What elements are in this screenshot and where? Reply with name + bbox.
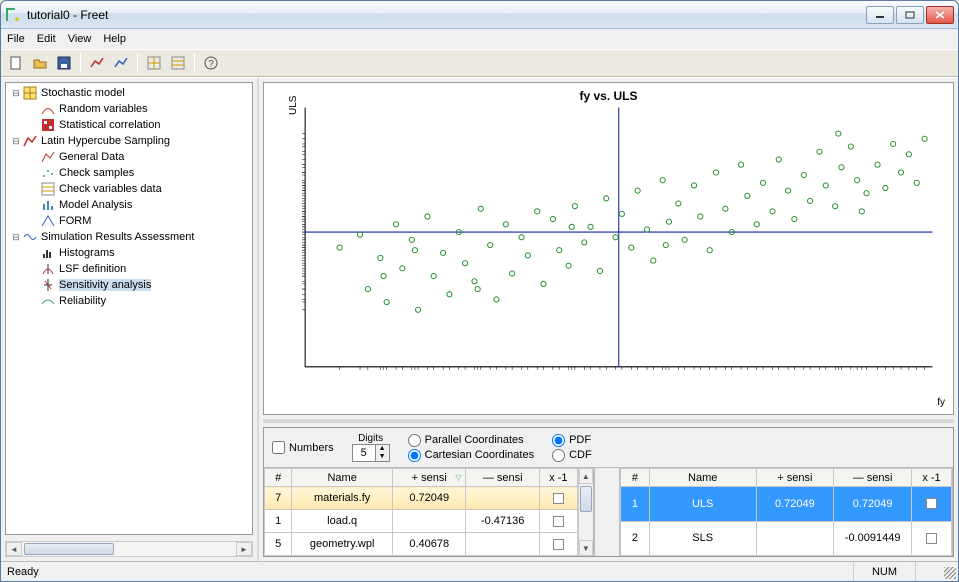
table-row[interactable]: 1load.q-0.47136 xyxy=(265,510,578,533)
tree-item[interactable]: Check variables data xyxy=(8,181,250,197)
tree-item[interactable]: ⊟Latin Hypercube Sampling xyxy=(8,133,250,149)
histo-icon xyxy=(40,246,56,260)
resize-grip[interactable] xyxy=(944,567,956,579)
tree-item[interactable]: Sensitivity analysis xyxy=(8,277,250,293)
tree-item[interactable]: Model Analysis xyxy=(8,197,250,213)
tree-item[interactable]: Reliability xyxy=(8,293,250,309)
menu-view[interactable]: View xyxy=(68,33,92,45)
digits-label: Digits xyxy=(358,433,383,444)
tree-item[interactable]: ⊟Simulation Results Assessment xyxy=(8,229,250,245)
tree-item[interactable]: Random variables xyxy=(8,101,250,117)
wave-icon xyxy=(22,230,38,244)
help-button[interactable]: ? xyxy=(200,52,222,74)
menu-file[interactable]: File xyxy=(7,33,25,45)
dots-icon xyxy=(40,166,56,180)
right-table-wrap: #Name+ sensi— sensix -11ULS0.720490.7204… xyxy=(620,468,953,556)
reliab-icon xyxy=(40,294,56,308)
scatter-plot xyxy=(264,83,953,392)
curve-icon xyxy=(40,102,56,116)
table-row[interactable]: 2SLS-0.0091449 xyxy=(621,521,952,556)
vertical-splitter[interactable] xyxy=(263,419,954,423)
tree-item[interactable]: Histograms xyxy=(8,245,250,261)
grid-b-button[interactable] xyxy=(167,52,189,74)
left-table-scrollbar[interactable]: ▲▼ xyxy=(578,468,593,556)
tree-item[interactable]: Statistical correlation xyxy=(8,117,250,133)
sens-icon xyxy=(40,278,56,292)
grid-a-button[interactable] xyxy=(143,52,165,74)
tree-item[interactable]: Check samples xyxy=(8,165,250,181)
cartesian-radio[interactable]: Cartesian Coordinates xyxy=(408,449,534,462)
status-num: NUM xyxy=(853,562,915,581)
minimize-button[interactable] xyxy=(866,6,894,24)
grid-yellow-icon xyxy=(22,86,38,100)
tables-gap xyxy=(594,468,620,556)
tree-item[interactable]: General Data xyxy=(8,149,250,165)
results-table[interactable]: #Name+ sensi— sensix -11ULS0.720490.7204… xyxy=(620,468,952,556)
sidebar-hscrollbar[interactable]: ◄► xyxy=(5,541,253,557)
form-icon xyxy=(40,214,56,228)
left-table-wrap: #Name+ sensi▽— sensix -17materials.fy0.7… xyxy=(264,468,594,556)
app-icon xyxy=(5,7,21,23)
menu-edit[interactable]: Edit xyxy=(37,33,56,45)
chart-panel[interactable]: fy vs. ULS ULS fy xyxy=(263,82,954,415)
table-row[interactable]: 1ULS0.720490.72049 xyxy=(621,487,952,522)
menu-help[interactable]: Help xyxy=(103,33,126,45)
window-title: tutorial0 - Freet xyxy=(27,8,866,22)
chart-red-icon xyxy=(22,134,38,148)
pdf-radio[interactable]: PDF xyxy=(552,434,592,447)
lsf-icon xyxy=(40,262,56,276)
sidebar: ⊟Stochastic modelRandom variablesStatist… xyxy=(1,78,259,561)
status-ready: Ready xyxy=(7,566,39,578)
save-button[interactable] xyxy=(53,52,75,74)
digits-spinner[interactable]: ▲▼ xyxy=(352,444,390,462)
statusbar: Ready NUM xyxy=(1,561,958,581)
menubar: File Edit View Help xyxy=(1,29,958,49)
cdf-radio[interactable]: CDF xyxy=(552,449,592,462)
close-button[interactable] xyxy=(926,6,954,24)
matrix-icon xyxy=(40,118,56,132)
tree-view[interactable]: ⊟Stochastic modelRandom variablesStatist… xyxy=(5,82,253,535)
table-row[interactable]: 5geometry.wpl0.40678 xyxy=(265,533,578,556)
numbers-checkbox[interactable]: Numbers xyxy=(272,441,334,454)
controls-row: Numbers Digits ▲▼ Parallel Coordinates C… xyxy=(264,428,953,468)
grid-small-icon xyxy=(40,182,56,196)
x-axis-label: fy xyxy=(937,397,945,408)
chart-a-button[interactable] xyxy=(86,52,108,74)
tree-item[interactable]: FORM xyxy=(8,213,250,229)
parallel-radio[interactable]: Parallel Coordinates xyxy=(408,434,534,447)
lower-panel: Numbers Digits ▲▼ Parallel Coordinates C… xyxy=(263,427,954,557)
chart-b-button[interactable] xyxy=(110,52,132,74)
toolbar: ? xyxy=(1,49,958,77)
table-row[interactable]: 7materials.fy0.72049 xyxy=(265,487,578,510)
tree-item[interactable]: ⊟Stochastic model xyxy=(8,85,250,101)
new-button[interactable] xyxy=(5,52,27,74)
stats-icon xyxy=(40,198,56,212)
open-button[interactable] xyxy=(29,52,51,74)
tree-item[interactable]: LSF definition xyxy=(8,261,250,277)
plot-red-icon xyxy=(40,150,56,164)
svg-text:?: ? xyxy=(208,59,214,70)
titlebar[interactable]: tutorial0 - Freet xyxy=(1,1,958,29)
app-window: tutorial0 - Freet File Edit View Help ? … xyxy=(0,0,959,582)
variables-table[interactable]: #Name+ sensi▽— sensix -17materials.fy0.7… xyxy=(264,468,578,556)
maximize-button[interactable] xyxy=(896,6,924,24)
